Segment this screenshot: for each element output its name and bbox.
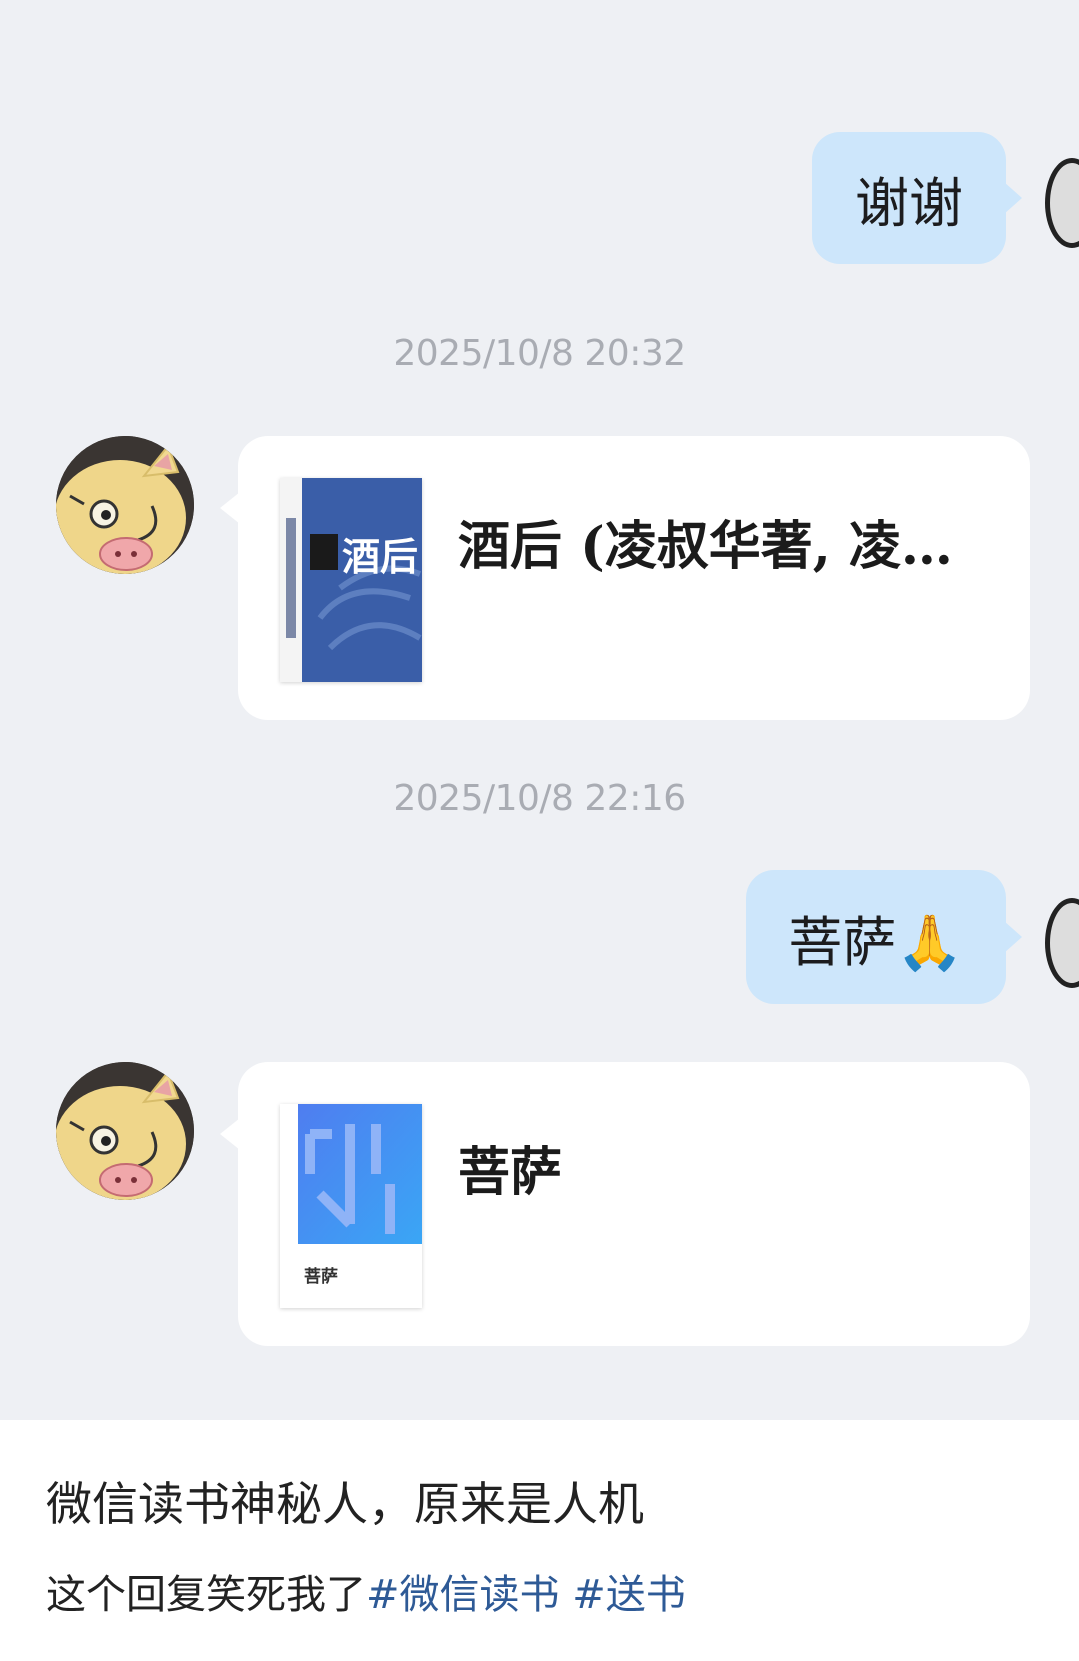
book-share-card[interactable]: 酒后 酒后 (凌叔华著, 凌… — [220, 436, 1030, 720]
subline-text: 这个回复笑死我了 — [46, 1572, 366, 1618]
outgoing-message[interactable]: 菩萨🙏 — [746, 870, 1022, 1004]
book-title: 酒后 (凌叔华著, 凌… — [458, 516, 953, 577]
message-text: 谢谢 — [855, 171, 963, 235]
own-avatar[interactable] — [1045, 898, 1079, 988]
hashtag-link[interactable]: #微信读书 — [366, 1572, 560, 1618]
pig-avatar-icon — [56, 436, 194, 574]
book-cover: 菩萨 — [280, 1104, 422, 1308]
contact-avatar[interactable] — [56, 436, 194, 574]
timestamp: 2025/10/8 22:16 — [393, 778, 686, 819]
book-cover-image: 菩萨 — [280, 1104, 422, 1308]
post-subline: 这个回复笑死我了#微信读书 #送书 — [46, 1562, 686, 1620]
post-caption: 微信读书神秘人，原来是人机 — [46, 1477, 644, 1531]
chat-area: 谢谢 2025/10/8 20:32 酒后 酒后 (凌叔华著, 凌… 2025/… — [0, 0, 1079, 1420]
pig-avatar-icon — [56, 1062, 194, 1200]
book-cover-image: 酒后 — [280, 478, 422, 682]
hashtag-link[interactable]: #送书 — [572, 1572, 686, 1618]
contact-avatar[interactable] — [56, 1062, 194, 1200]
cover-title: 酒后 — [342, 534, 418, 579]
book-cover: 酒后 — [280, 478, 422, 682]
cover-label: 菩萨 — [304, 1266, 338, 1287]
message-text: 菩萨🙏 — [788, 910, 964, 974]
own-avatar[interactable] — [1045, 158, 1079, 248]
book-share-card[interactable]: 菩萨 菩萨 — [220, 1062, 1030, 1346]
timestamp: 2025/10/8 20:32 — [393, 333, 686, 374]
book-title: 菩萨 — [458, 1142, 563, 1203]
outgoing-message[interactable]: 谢谢 — [812, 132, 1022, 264]
